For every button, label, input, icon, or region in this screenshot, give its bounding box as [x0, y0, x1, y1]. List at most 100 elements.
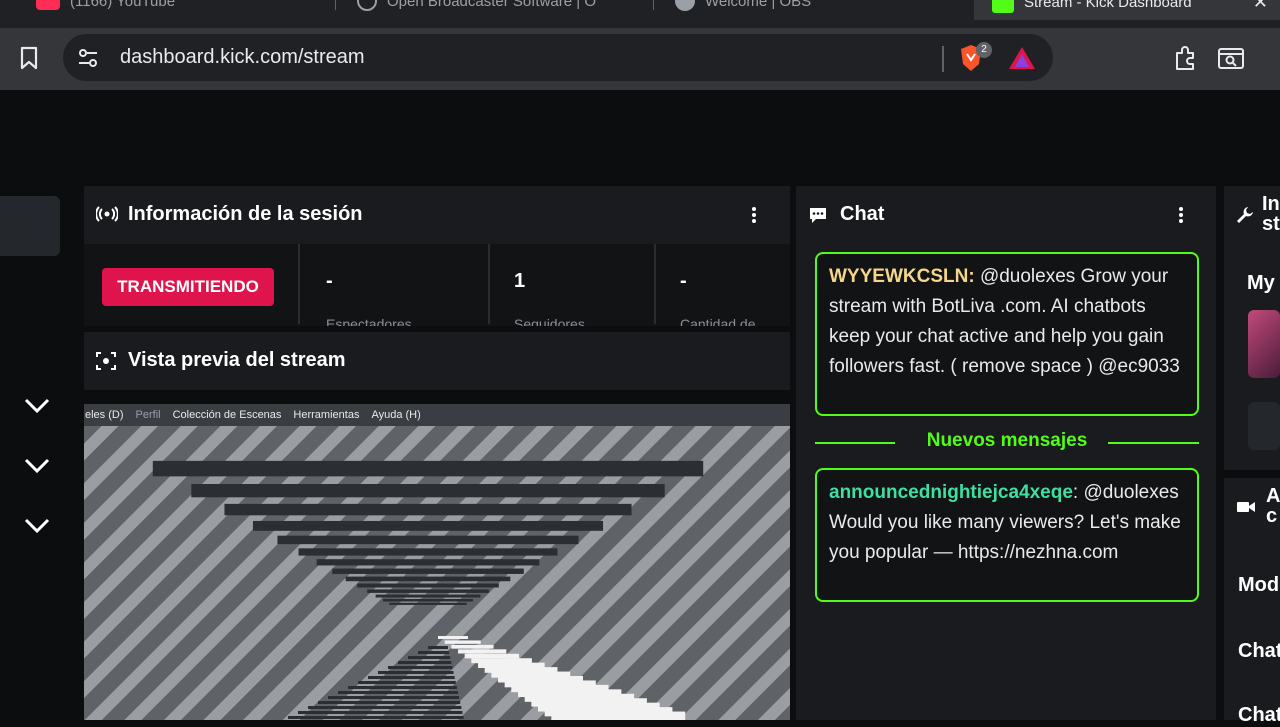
stat-followers-value: 1 — [514, 270, 526, 292]
tab-obs-project[interactable]: Open Broadcaster Software | O — [357, 0, 596, 12]
mirror-reflection-bar — [451, 644, 494, 649]
chat-message[interactable]: announcednightiejca4xeqe: @duolexes Woul… — [815, 468, 1199, 602]
stat-third-label: Cantidad de — [680, 316, 756, 326]
stream-title-label: My — [1247, 272, 1275, 294]
stream-info-title: In st — [1262, 193, 1280, 235]
bookmark-icon[interactable] — [18, 46, 40, 70]
stat-divider — [298, 244, 300, 324]
more-options-icon[interactable] — [752, 207, 756, 223]
broadcast-icon — [96, 206, 118, 222]
omnibox-divider — [942, 46, 944, 72]
session-info-title: Información de la sesión — [128, 203, 363, 225]
recursive-preview-graphic — [84, 404, 790, 720]
obs-menu-bar: eles (D) Perfil Colección de Escenas Her… — [84, 404, 790, 426]
site-settings-icon[interactable] — [78, 49, 98, 67]
mirror-frame-bar — [382, 598, 474, 602]
mirror-frame-bar — [152, 460, 704, 477]
obs-menu-item: Ayuda (H) — [371, 409, 421, 421]
camera-icon — [1237, 502, 1255, 512]
obs-menu-item: Perfil — [135, 409, 161, 421]
mirror-reflection-bar — [458, 649, 507, 654]
live-status-badge: TRANSMITIENDO — [102, 268, 274, 306]
mirror-floor-bar — [428, 646, 448, 649]
tab-title: Stream - Kick Dashboard — [1024, 0, 1192, 11]
left-sidebar — [0, 180, 78, 720]
close-tab-icon[interactable]: ✕ — [1253, 0, 1268, 13]
mirror-frame-bar — [357, 583, 499, 588]
tab-title: Welcome | OBS — [705, 0, 812, 10]
stat-viewers-value: - — [326, 270, 333, 292]
mirror-floor-bar — [378, 671, 454, 674]
stat-divider — [488, 244, 490, 324]
stat-followers-label: Seguidores — [514, 316, 585, 326]
mirror-floor-bar — [358, 681, 456, 684]
side-panel-search-icon[interactable] — [1218, 46, 1244, 70]
mirror-frame-bar — [316, 559, 540, 566]
chat-option-2[interactable]: Chat — [1238, 704, 1280, 727]
mirror-reflection-bar — [551, 711, 686, 720]
mirror-frame-bar — [191, 483, 665, 498]
mirror-frame-bar — [345, 576, 511, 582]
mirror-floor-bar — [308, 706, 462, 709]
new-messages-divider — [815, 442, 895, 444]
mirror-frame-bar — [277, 535, 579, 545]
mirror-reflection-bar — [464, 653, 520, 659]
obs-icon — [675, 0, 695, 11]
mirror-frame-bar — [298, 548, 558, 556]
brave-rewards-icon[interactable] — [1008, 46, 1036, 70]
shields-count-badge: 2 — [976, 42, 992, 58]
screen-capture-icon — [96, 352, 116, 370]
obs-menu-item: eles (D) — [85, 409, 124, 421]
actions-title: Ac — [1266, 485, 1280, 527]
mirror-floor-bar — [408, 656, 451, 659]
tab-youtube[interactable]: (1166) YouTube — [36, 0, 175, 12]
tab-kick-dashboard[interactable]: Stream - Kick Dashboard ✕ — [974, 0, 1280, 20]
mirror-floor-bar — [328, 696, 460, 699]
mirror-reflection-bar — [444, 640, 481, 644]
chat-title: Chat — [840, 203, 885, 225]
mod-option[interactable]: Mod — [1238, 574, 1279, 597]
mirror-frame-bar — [375, 594, 481, 598]
chat-message[interactable]: WYYEWKCSLN: @duolexes Grow your stream w… — [815, 252, 1199, 416]
mirror-floor-bar — [318, 701, 461, 704]
tab-obs-welcome[interactable]: Welcome | OBS — [675, 0, 811, 12]
edit-button[interactable] — [1248, 402, 1280, 450]
mirror-floor-bar — [368, 676, 455, 679]
mirror-floor-bar — [348, 686, 457, 689]
tab-title: Open Broadcaster Software | O — [387, 0, 596, 10]
mirror-frame-bar — [224, 503, 632, 516]
mirror-floor-bar — [298, 711, 463, 714]
tab-title: (1166) YouTube — [70, 0, 176, 10]
stat-third-value: - — [680, 270, 687, 292]
mirror-frame-bar — [389, 602, 467, 605]
youtube-icon — [36, 0, 60, 10]
chat-username[interactable]: announcednightiejca4xeqe — [829, 482, 1073, 503]
stat-viewers-label: Espectadores — [326, 316, 412, 326]
chat-option[interactable]: Chat — [1238, 640, 1280, 663]
obs-menu-item: Herramientas — [293, 409, 360, 421]
kick-icon — [992, 0, 1014, 13]
new-messages-label[interactable]: Nuevos mensajes — [900, 430, 1114, 452]
mirror-floor-bar — [388, 666, 453, 669]
extensions-icon[interactable] — [1172, 44, 1200, 72]
chevron-down-icon[interactable] — [24, 458, 50, 474]
mirror-floor-bar — [418, 651, 450, 654]
chat-more-options-icon[interactable] — [1179, 207, 1183, 223]
mirror-reflection-bar — [438, 636, 468, 639]
mirror-floor-bar — [398, 661, 452, 664]
chevron-down-icon[interactable] — [24, 518, 50, 534]
url-text[interactable]: dashboard.kick.com/stream — [120, 46, 365, 69]
mirror-floor-bar — [288, 716, 464, 719]
chevron-down-icon[interactable] — [24, 398, 50, 414]
chat-username[interactable]: WYYEWKCSLN — [829, 266, 968, 287]
stream-thumbnail[interactable] — [1248, 310, 1280, 378]
stat-divider — [654, 244, 656, 324]
browser-tab-strip: (1166) YouTube Open Broadcaster Software… — [0, 0, 1280, 28]
sidebar-active-item[interactable] — [0, 196, 60, 256]
tab-separator — [335, 0, 336, 10]
mirror-frame-bar — [367, 589, 489, 593]
stream-preview-video[interactable]: eles (D) Perfil Colección de Escenas Her… — [84, 404, 790, 720]
mirror-frame-bar — [252, 520, 604, 531]
wrench-icon — [1237, 207, 1253, 223]
tab-separator — [653, 0, 654, 10]
